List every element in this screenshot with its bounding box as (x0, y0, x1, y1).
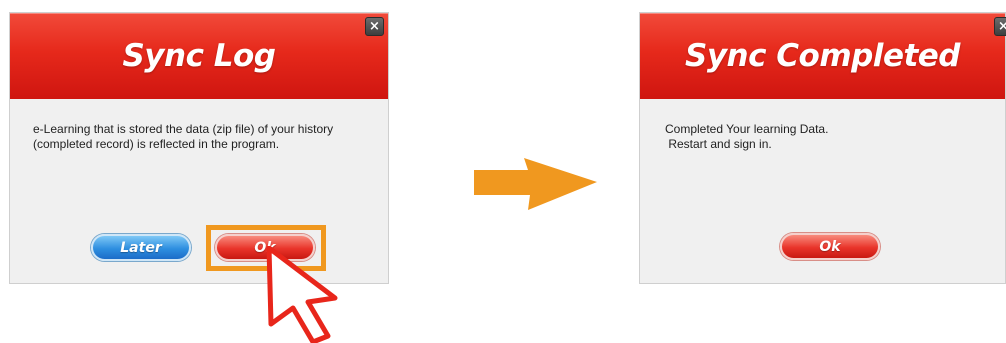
message-line: Restart and sign in. (665, 137, 772, 151)
later-button[interactable]: Later (91, 234, 191, 261)
message-line: (completed record) is reflected in the p… (33, 137, 280, 151)
ok-button-label: Ok (819, 238, 841, 255)
dialog-message: e-Learning that is stored the data (zip … (33, 122, 372, 152)
close-button[interactable]: × (994, 17, 1006, 36)
close-icon: × (369, 19, 380, 34)
close-button[interactable]: × (365, 17, 384, 36)
message-line: Completed Your learning Data. (665, 122, 829, 136)
sync-log-dialog: Sync Log × e-Learning that is stored the… (9, 12, 389, 284)
dialog-header: Sync Completed (640, 13, 1005, 99)
dialog-message: Completed Your learning Data. Restart an… (665, 122, 989, 152)
message-line: e-Learning that is stored the data (zip … (33, 122, 334, 136)
dialog-header: Sync Log (10, 13, 388, 99)
close-icon: × (998, 19, 1006, 34)
later-button-label: Later (120, 239, 162, 256)
cursor-pointer-icon (266, 246, 338, 343)
dialog-title: Sync Log (122, 38, 276, 74)
dialog-title: Sync Completed (685, 38, 961, 74)
transition-arrow-icon (474, 158, 597, 210)
ok-button[interactable]: Ok (780, 233, 880, 260)
